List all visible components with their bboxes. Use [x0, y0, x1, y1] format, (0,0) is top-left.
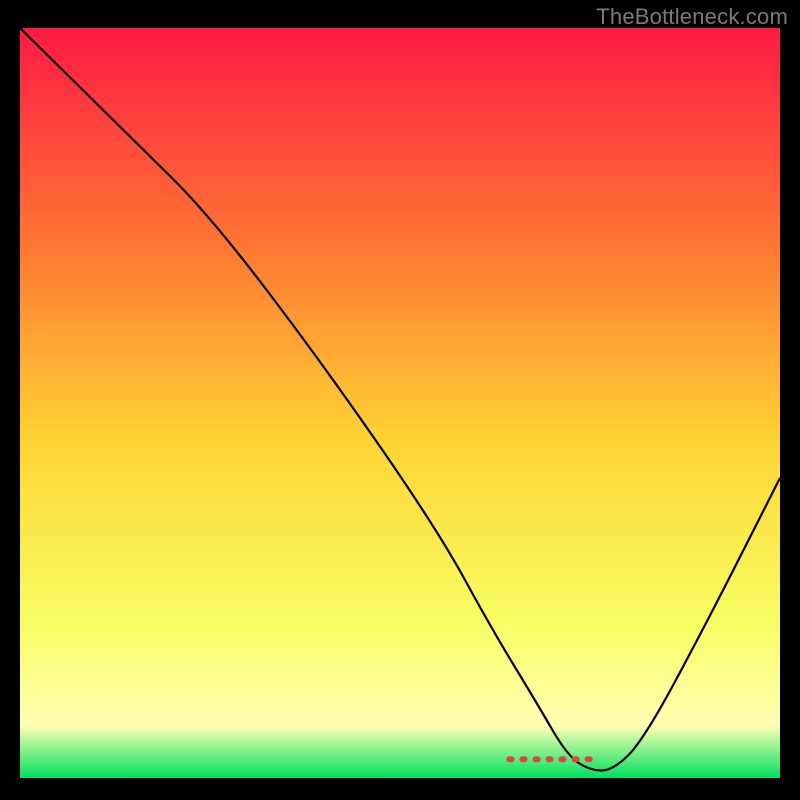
optimal-marker-dot	[585, 756, 593, 762]
bottleneck-chart	[20, 28, 780, 778]
watermark-text: TheBottleneck.com	[596, 4, 788, 30]
optimal-marker-dot	[506, 756, 514, 762]
optimal-marker-dot	[559, 756, 567, 762]
chart-container	[20, 28, 780, 778]
optimal-marker-dot	[519, 756, 527, 762]
optimal-marker-dot	[532, 756, 540, 762]
optimal-marker-dot	[545, 756, 553, 762]
optimal-marker-dot	[572, 756, 580, 762]
